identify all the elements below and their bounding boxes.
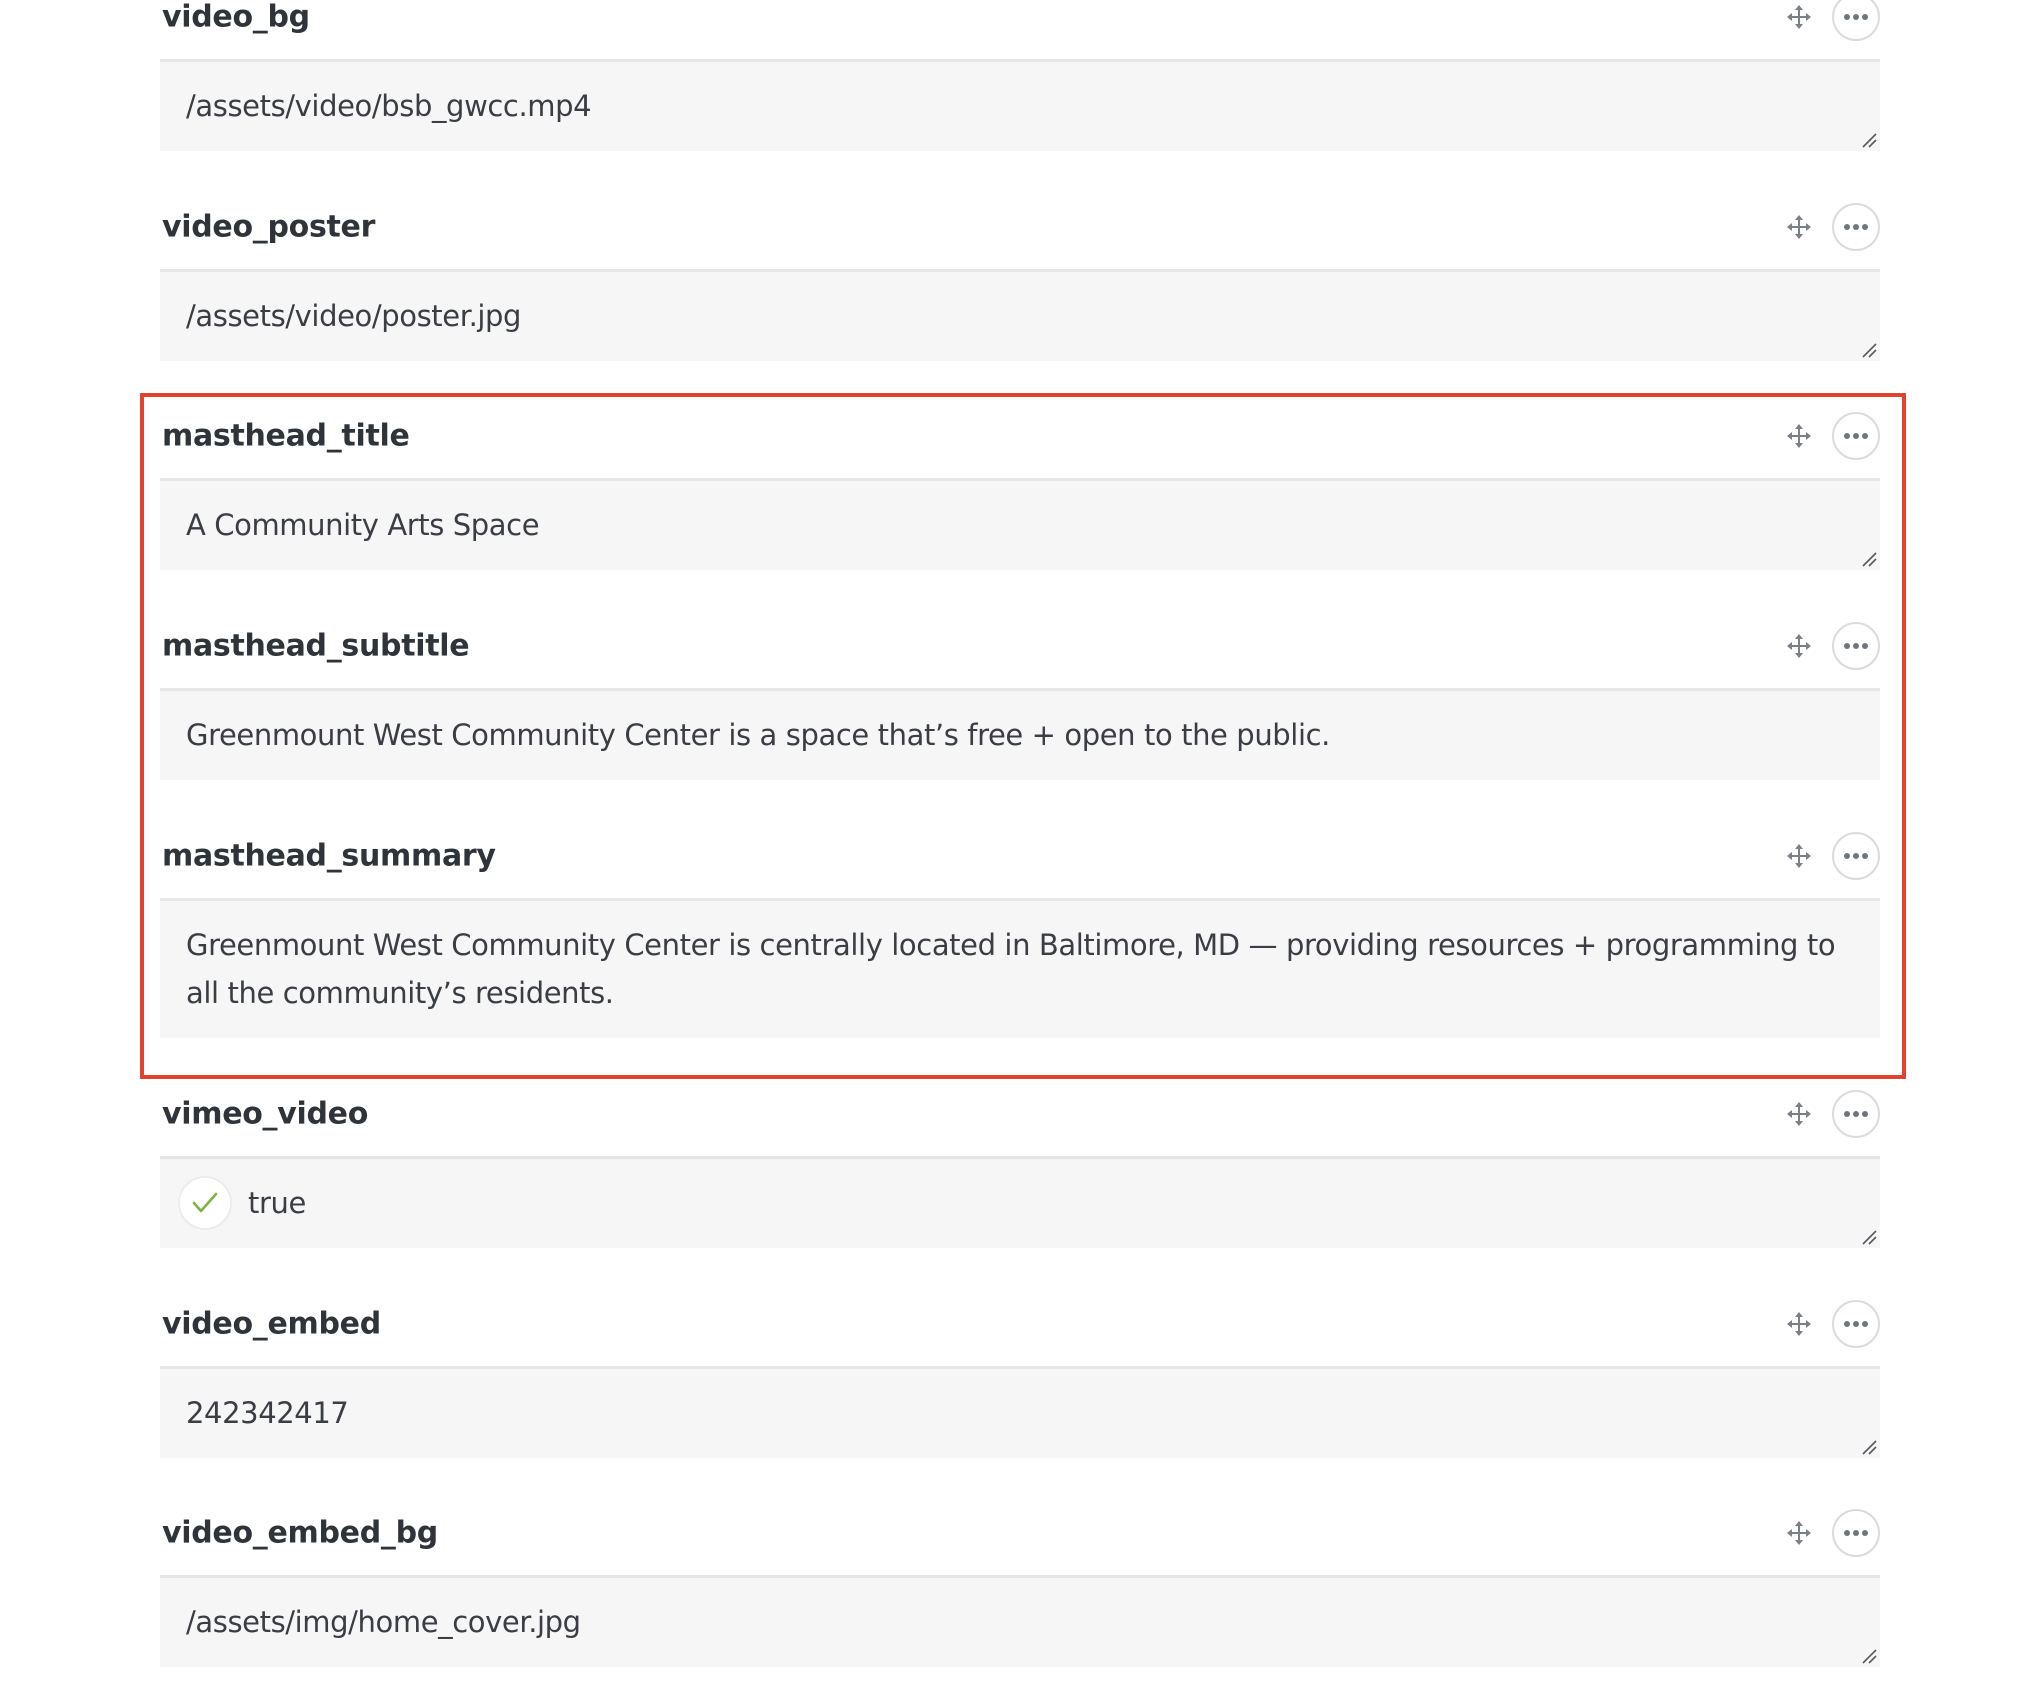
more-options-button[interactable] (1832, 1300, 1880, 1348)
field-label: video_embed_bg (162, 1515, 438, 1551)
field-label: masthead_title (162, 418, 410, 454)
resize-handle-icon[interactable] (1860, 1228, 1878, 1246)
field-header: masthead_subtitle (160, 618, 1880, 674)
field-masthead-title: masthead_title A Community Arts Space (160, 408, 1880, 570)
more-icon (1844, 433, 1868, 439)
field-value-text: 242342417 (186, 1396, 349, 1430)
field-vimeo-video: vimeo_video true (160, 1086, 1880, 1248)
field-masthead-subtitle: masthead_subtitle Greenmount West Commun… (160, 618, 1880, 780)
more-options-button[interactable] (1832, 1090, 1880, 1138)
more-icon (1844, 643, 1868, 649)
field-label: vimeo_video (162, 1096, 369, 1132)
resize-handle-icon[interactable] (1860, 1647, 1878, 1665)
field-value-textarea[interactable]: /assets/img/home_cover.jpg (160, 1575, 1880, 1667)
resize-handle-icon[interactable] (1860, 341, 1878, 359)
field-value-textarea[interactable]: A Community Arts Space (160, 478, 1880, 570)
move-icon[interactable] (1786, 843, 1812, 869)
more-options-button[interactable] (1832, 203, 1880, 251)
more-options-button[interactable] (1832, 0, 1880, 41)
field-value-text: Greenmount West Community Center is a sp… (186, 718, 1330, 752)
field-label: masthead_subtitle (162, 628, 470, 664)
boolean-row: true (178, 1176, 1854, 1230)
field-masthead-summary: masthead_summary Greenmount West Communi… (160, 828, 1880, 1038)
field-value-textarea[interactable]: /assets/video/poster.jpg (160, 269, 1880, 361)
field-video-bg: video_bg /assets/video/bsb_gwcc.mp4 (160, 0, 1880, 151)
field-header: video_bg (160, 0, 1880, 45)
field-value-text: /assets/video/bsb_gwcc.mp4 (186, 89, 592, 123)
checkmark-icon (192, 1192, 218, 1213)
resize-handle-icon[interactable] (1860, 1438, 1878, 1456)
more-icon (1844, 853, 1868, 859)
field-value-textarea[interactable]: 242342417 (160, 1366, 1880, 1458)
more-icon (1844, 14, 1868, 20)
field-value-text: Greenmount West Community Center is cent… (186, 928, 1836, 1010)
field-header: video_embed (160, 1296, 1880, 1352)
move-icon[interactable] (1786, 4, 1812, 30)
more-icon (1844, 1321, 1868, 1327)
field-header: vimeo_video (160, 1086, 1880, 1142)
more-options-button[interactable] (1832, 1509, 1880, 1557)
more-options-button[interactable] (1832, 832, 1880, 880)
field-value-text: /assets/img/home_cover.jpg (186, 1605, 581, 1639)
field-value-textarea[interactable]: Greenmount West Community Center is a sp… (160, 688, 1880, 780)
move-icon[interactable] (1786, 1311, 1812, 1337)
field-header: video_embed_bg (160, 1505, 1880, 1561)
field-value-text: A Community Arts Space (186, 508, 540, 542)
more-options-button[interactable] (1832, 622, 1880, 670)
more-icon (1844, 1530, 1868, 1536)
field-header: masthead_title (160, 408, 1880, 464)
field-value-text: /assets/video/poster.jpg (186, 299, 522, 333)
move-icon[interactable] (1786, 633, 1812, 659)
field-value-textarea[interactable]: Greenmount West Community Center is cent… (160, 898, 1880, 1038)
field-header: video_poster (160, 199, 1880, 255)
field-label: video_bg (162, 0, 310, 35)
field-video-poster: video_poster /assets/video/poster.jpg (160, 199, 1880, 361)
field-video-embed: video_embed 242342417 (160, 1296, 1880, 1458)
more-options-button[interactable] (1832, 412, 1880, 460)
resize-handle-icon[interactable] (1860, 550, 1878, 568)
field-header: masthead_summary (160, 828, 1880, 884)
boolean-value-text: true (248, 1186, 306, 1220)
move-icon[interactable] (1786, 214, 1812, 240)
field-video-embed-bg: video_embed_bg /assets/img/home_cover.jp… (160, 1505, 1880, 1667)
move-icon[interactable] (1786, 423, 1812, 449)
checkbox-toggle[interactable] (178, 1176, 232, 1230)
field-label: masthead_summary (162, 838, 496, 874)
resize-handle-icon[interactable] (1860, 131, 1878, 149)
field-label: video_embed (162, 1306, 381, 1342)
move-icon[interactable] (1786, 1520, 1812, 1546)
field-label: video_poster (162, 209, 376, 245)
field-value-boolean: true (160, 1156, 1880, 1248)
more-icon (1844, 224, 1868, 230)
field-value-textarea[interactable]: /assets/video/bsb_gwcc.mp4 (160, 59, 1880, 151)
move-icon[interactable] (1786, 1101, 1812, 1127)
more-icon (1844, 1111, 1868, 1117)
